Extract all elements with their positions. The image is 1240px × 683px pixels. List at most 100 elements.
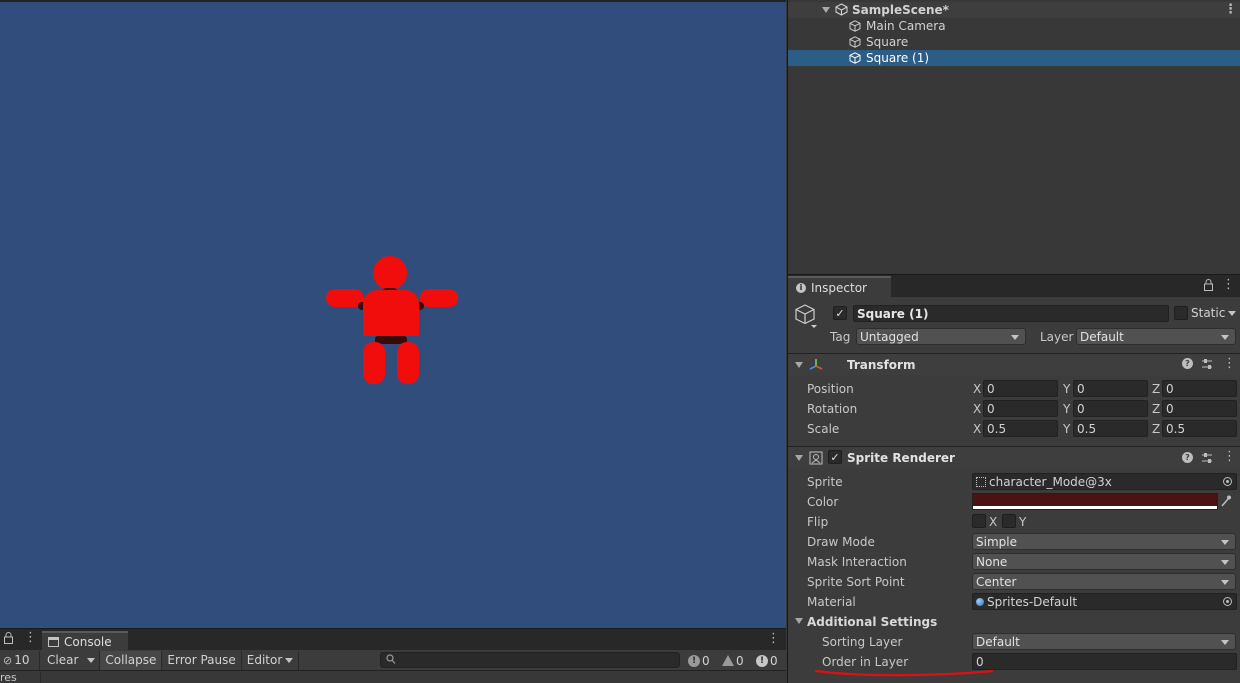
tag-value: Untagged	[860, 329, 919, 344]
tab-console[interactable]: Console	[42, 631, 128, 650]
scale-z-label: Z	[1152, 422, 1161, 436]
scale-z-value: 0.5	[1166, 421, 1186, 436]
component-menu-icon[interactable]: ⋮	[1223, 449, 1236, 464]
component-menu-icon[interactable]: ⋮	[1223, 356, 1236, 371]
warning-icon	[722, 655, 734, 666]
static-checkbox[interactable]	[1174, 306, 1188, 320]
tag-dropdown[interactable]: Untagged	[856, 328, 1026, 345]
position-y-field[interactable]: 0	[1073, 380, 1148, 397]
scale-y-field[interactable]: 0.5	[1073, 420, 1148, 437]
color-field[interactable]	[972, 493, 1218, 510]
sprite-object-field[interactable]: character_Mode@3x	[972, 473, 1237, 490]
inspector-tabstrip: i Inspector ⋮	[788, 275, 1240, 297]
preset-sliders-icon[interactable]	[1201, 452, 1213, 467]
clear-label: Clear	[47, 653, 79, 667]
character-torso	[363, 290, 419, 336]
console-tabstrip: ⋮ Console ⋮	[0, 629, 786, 650]
console-icon	[48, 636, 59, 647]
info-icon: !	[688, 654, 700, 667]
gameobject-large-icon	[794, 303, 818, 332]
character-right-arm	[420, 289, 458, 307]
sprite-sort-point-label: Sprite Sort Point	[807, 575, 905, 589]
unity-scene-icon	[835, 3, 848, 19]
lock-icon[interactable]	[4, 632, 13, 644]
foldout-open-icon[interactable]	[795, 618, 803, 624]
sprite-sort-point-dropdown[interactable]: Center	[972, 573, 1236, 590]
editor-dropdown[interactable]: Editor	[242, 650, 300, 670]
scene-menu-icon[interactable]: ⋮	[1224, 2, 1237, 17]
info-count-toggle[interactable]: ! 0	[688, 652, 710, 669]
sprite-sort-point-value: Center	[976, 574, 1017, 589]
transform-title: Transform	[847, 358, 916, 372]
warning-count-toggle[interactable]: 0	[722, 652, 744, 669]
inspector-menu-icon[interactable]: ⋮	[1222, 277, 1235, 292]
flip-x-checkbox[interactable]	[972, 514, 986, 528]
transform-header[interactable]: Transform ? ⋮	[788, 353, 1240, 375]
rotation-y-field[interactable]: 0	[1073, 400, 1148, 417]
position-z-field[interactable]: 0	[1162, 380, 1237, 397]
layer-dropdown[interactable]: Default	[1076, 328, 1236, 345]
flip-label: Flip	[807, 515, 829, 529]
sprite-renderer-header[interactable]: ✓ Sprite Renderer ? ⋮	[788, 446, 1240, 468]
clear-button[interactable]: Clear	[42, 651, 83, 670]
console-log-list[interactable]: res	[0, 672, 786, 683]
help-icon[interactable]: ?	[1182, 452, 1193, 463]
error-icon: !	[756, 654, 768, 667]
mask-interaction-dropdown[interactable]: None	[972, 553, 1236, 570]
position-z-label: Z	[1152, 382, 1161, 396]
active-checkbox[interactable]: ✓	[833, 306, 847, 320]
object-picker-icon[interactable]	[1218, 594, 1236, 609]
foldout-open-icon[interactable]	[795, 362, 803, 368]
object-picker-icon[interactable]	[1218, 474, 1236, 489]
additional-settings-label[interactable]: Additional Settings	[807, 615, 937, 629]
hierarchy-item-label: Square	[866, 35, 909, 49]
static-dropdown[interactable]: Static	[1191, 306, 1237, 320]
sorting-layer-label: Sorting Layer	[822, 635, 903, 649]
material-object-field[interactable]: Sprites-Default	[972, 593, 1237, 610]
scale-x-field[interactable]: 0.5	[983, 420, 1058, 437]
scene-view[interactable]	[0, 0, 786, 628]
help-icon[interactable]: ?	[1182, 358, 1193, 369]
hierarchy-scene-row[interactable]: SampleScene* ⋮	[788, 2, 1240, 18]
scale-z-field[interactable]: 0.5	[1162, 420, 1237, 437]
rotation-x-value: 0	[987, 401, 995, 416]
position-y-label: Y	[1063, 382, 1071, 396]
preset-sliders-icon[interactable]	[1201, 358, 1213, 373]
foldout-open-icon[interactable]	[822, 7, 830, 13]
rotation-y-value: 0	[1077, 401, 1085, 416]
eyedropper-icon[interactable]	[1220, 494, 1232, 511]
flip-y-checkbox[interactable]	[1002, 514, 1016, 528]
console-log-entry[interactable]: res	[0, 672, 17, 683]
rotation-label: Rotation	[807, 402, 858, 416]
clear-options-dropdown[interactable]	[83, 650, 101, 670]
red-underline-annotation	[814, 669, 994, 677]
kebab-menu-icon[interactable]: ⋮	[24, 630, 37, 645]
character-sprite[interactable]	[322, 254, 462, 386]
hierarchy-item-selected[interactable]: Square (1)	[788, 50, 1240, 66]
layer-value: Default	[1080, 329, 1124, 344]
hierarchy-item[interactable]: Main Camera	[788, 18, 1240, 34]
draw-mode-dropdown[interactable]: Simple	[972, 533, 1236, 550]
hierarchy-item[interactable]: Square	[788, 34, 1240, 50]
error-count-toggle[interactable]: ! 0	[756, 652, 778, 669]
rotation-z-field[interactable]: 0	[1162, 400, 1237, 417]
foldout-open-icon[interactable]	[795, 455, 803, 461]
sorting-layer-dropdown[interactable]: Default	[972, 633, 1236, 650]
sprite-label: Sprite	[807, 475, 843, 489]
object-name-field[interactable]: Square (1)	[853, 305, 1169, 322]
tab-inspector[interactable]: i Inspector	[788, 276, 891, 297]
scale-y-value: 0.5	[1077, 421, 1097, 436]
sprite-renderer-enabled-checkbox[interactable]: ✓	[828, 450, 842, 464]
position-label: Position	[807, 382, 854, 396]
position-x-field[interactable]: 0	[983, 380, 1058, 397]
hidden-messages-toggle[interactable]: ⊘ 10	[0, 650, 40, 670]
rotation-x-label: X	[973, 402, 982, 416]
scale-y-label: Y	[1063, 422, 1071, 436]
rotation-x-field[interactable]: 0	[983, 400, 1058, 417]
console-menu-icon[interactable]: ⋮	[767, 631, 780, 646]
console-search-input[interactable]	[380, 652, 680, 668]
lock-icon[interactable]	[1204, 279, 1213, 294]
tag-label: Tag	[830, 330, 851, 344]
error-pause-toggle[interactable]: Error Pause	[162, 650, 242, 670]
collapse-toggle[interactable]: Collapse	[100, 650, 163, 670]
